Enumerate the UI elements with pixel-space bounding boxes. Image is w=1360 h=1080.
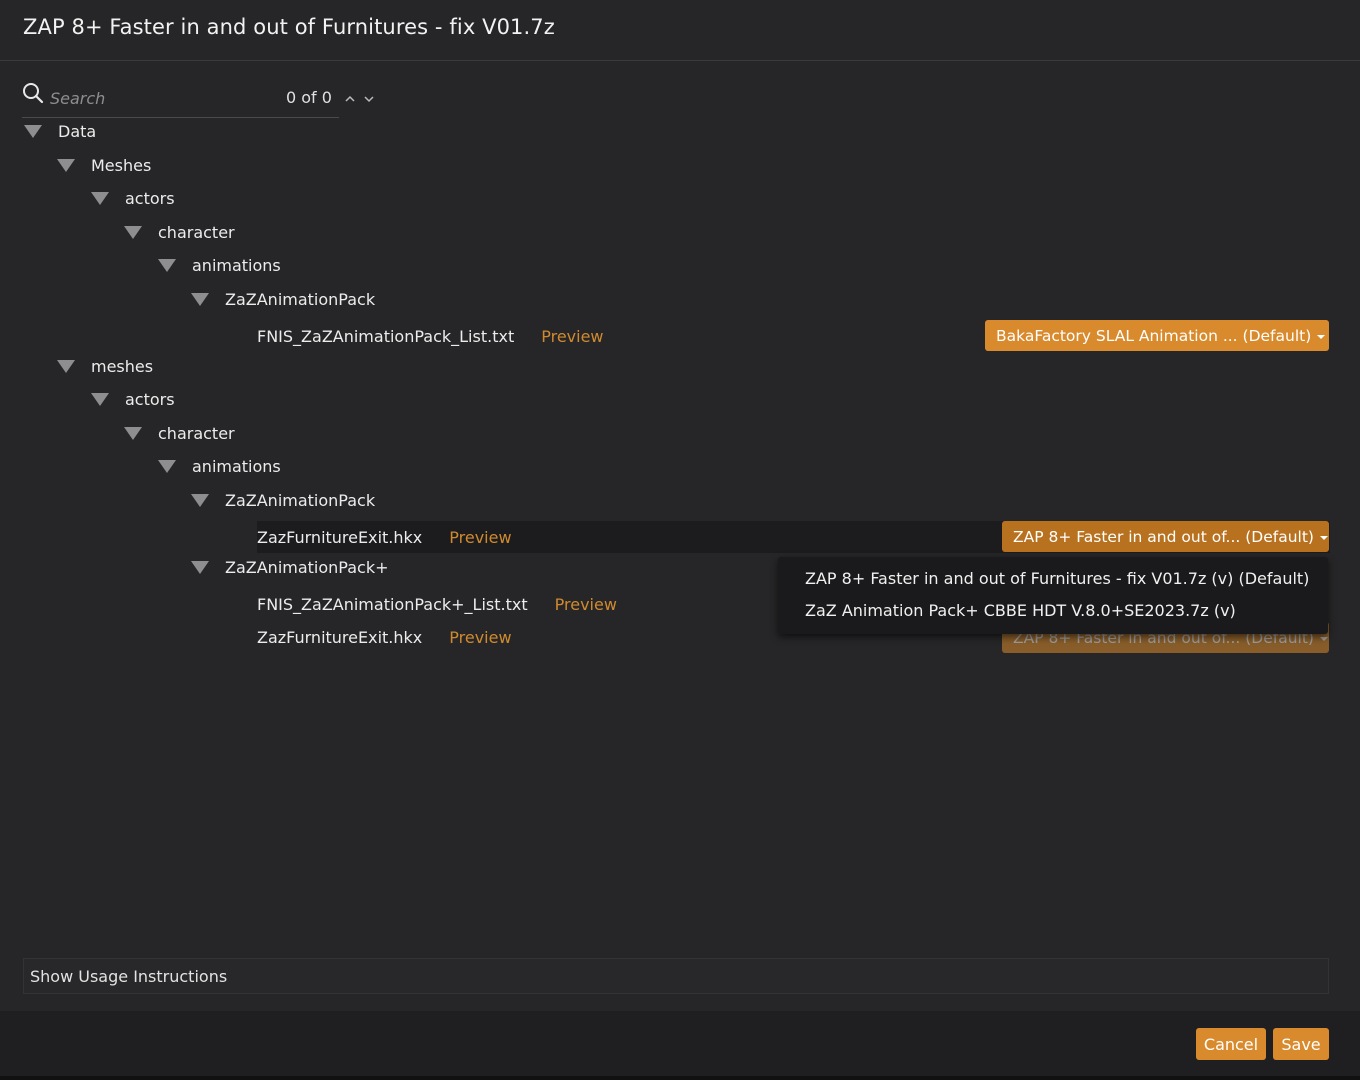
tree-node-actors[interactable]: actors [91, 384, 175, 414]
cancel-button[interactable]: Cancel [1196, 1028, 1266, 1060]
collapse-triangle-icon[interactable] [158, 458, 176, 474]
mod-select-button[interactable]: ZAP 8+ Faster in and out of... (Default) [1002, 521, 1329, 552]
tree-node-zazanimationpack[interactable]: ZaZAnimationPack [191, 485, 375, 515]
mod-dropdown-menu: ZAP 8+ Faster in and out of Furnitures -… [778, 557, 1328, 634]
file-row: ZazFurnitureExit.hkx Preview [257, 621, 512, 653]
mod-select-label: ZAP 8+ Faster in and out of... (Default) [1013, 527, 1314, 546]
search-icon [22, 82, 44, 104]
mod-select-button[interactable]: BakaFactory SLAL Animation ... (Default) [985, 320, 1329, 351]
collapse-triangle-icon[interactable] [124, 224, 142, 240]
collapse-triangle-icon[interactable] [91, 190, 109, 206]
tree-node-zazanimationpack-plus[interactable]: ZaZAnimationPack+ [191, 552, 389, 582]
tree-node-character[interactable]: character [124, 418, 235, 448]
tree-node-data[interactable]: Data [24, 116, 96, 146]
collapse-triangle-icon[interactable] [57, 358, 75, 374]
tree-node-label: meshes [91, 356, 154, 376]
tree-node-character[interactable]: character [124, 217, 235, 247]
tree-node-label: actors [125, 188, 175, 208]
collapse-triangle-icon[interactable] [191, 291, 209, 307]
collapse-triangle-icon[interactable] [191, 492, 209, 508]
tree-node-label: animations [192, 255, 281, 275]
preview-link[interactable]: Preview [541, 327, 603, 346]
chevron-down-icon[interactable] [363, 90, 375, 103]
dialog-footer: Cancel Save [0, 1011, 1360, 1080]
collapse-triangle-icon[interactable] [158, 257, 176, 273]
preview-link[interactable]: Preview [449, 628, 511, 647]
search-bar: 0 of 0 [22, 82, 374, 118]
file-name: ZazFurnitureExit.hkx [257, 627, 423, 647]
dropdown-option[interactable]: ZAP 8+ Faster in and out of Furnitures -… [805, 569, 1309, 588]
collapse-triangle-icon[interactable] [91, 391, 109, 407]
save-button[interactable]: Save [1273, 1028, 1329, 1060]
tree-node-label: Meshes [91, 155, 152, 175]
collapse-triangle-icon[interactable] [191, 559, 209, 575]
dialog-title: ZAP 8+ Faster in and out of Furnitures -… [23, 15, 555, 39]
tree-node-label: character [158, 423, 235, 443]
tree-node-label: animations [192, 456, 281, 476]
tree-node-actors[interactable]: actors [91, 183, 175, 213]
chevron-up-icon[interactable] [344, 90, 356, 102]
search-result-count: 0 of 0 [286, 88, 332, 107]
dropdown-option[interactable]: ZaZ Animation Pack+ CBBE HDT V.8.0+SE202… [805, 601, 1236, 620]
caret-down-icon [1319, 535, 1328, 540]
search-input[interactable] [50, 86, 270, 110]
usage-instructions-toggle[interactable]: Show Usage Instructions [23, 958, 1329, 994]
tree-node-label: ZaZAnimationPack+ [225, 557, 389, 577]
tree-node-meshes[interactable]: meshes [57, 351, 153, 381]
mod-select-label: BakaFactory SLAL Animation ... (Default) [996, 326, 1312, 345]
tree-node-label: actors [125, 389, 175, 409]
preview-link[interactable]: Preview [449, 528, 511, 547]
caret-down-icon [1319, 636, 1328, 641]
file-row: ZazFurnitureExit.hkx Preview [257, 521, 512, 553]
tree-node-animations[interactable]: animations [158, 250, 281, 280]
window-bottom-edge [0, 1076, 1360, 1080]
file-name: FNIS_ZaZAnimationPack+_List.txt [257, 594, 528, 614]
preview-link[interactable]: Preview [555, 595, 617, 614]
tree-node-label: ZaZAnimationPack [225, 490, 376, 510]
tree-node-label: Data [58, 121, 97, 141]
tree-node-label: character [158, 222, 235, 242]
collapse-triangle-icon[interactable] [57, 157, 75, 173]
tree-node-zazanimationpack[interactable]: ZaZAnimationPack [191, 284, 375, 314]
dialog-window: ZAP 8+ Faster in and out of Furnitures -… [0, 0, 1360, 1080]
tree-node-label: ZaZAnimationPack [225, 289, 376, 309]
collapse-triangle-icon[interactable] [124, 425, 142, 441]
collapse-triangle-icon[interactable] [24, 123, 42, 139]
file-name: ZazFurnitureExit.hkx [257, 527, 423, 547]
file-name: FNIS_ZaZAnimationPack_List.txt [257, 326, 515, 346]
tree-node-meshes[interactable]: Meshes [57, 150, 151, 180]
caret-down-icon [1317, 334, 1326, 339]
usage-instructions-label: Show Usage Instructions [30, 967, 228, 986]
title-bar: ZAP 8+ Faster in and out of Furnitures -… [0, 0, 1360, 61]
file-row: FNIS_ZaZAnimationPack+_List.txt Preview [257, 588, 617, 620]
file-row: FNIS_ZaZAnimationPack_List.txt Preview [257, 320, 604, 352]
tree-node-animations[interactable]: animations [158, 451, 281, 481]
